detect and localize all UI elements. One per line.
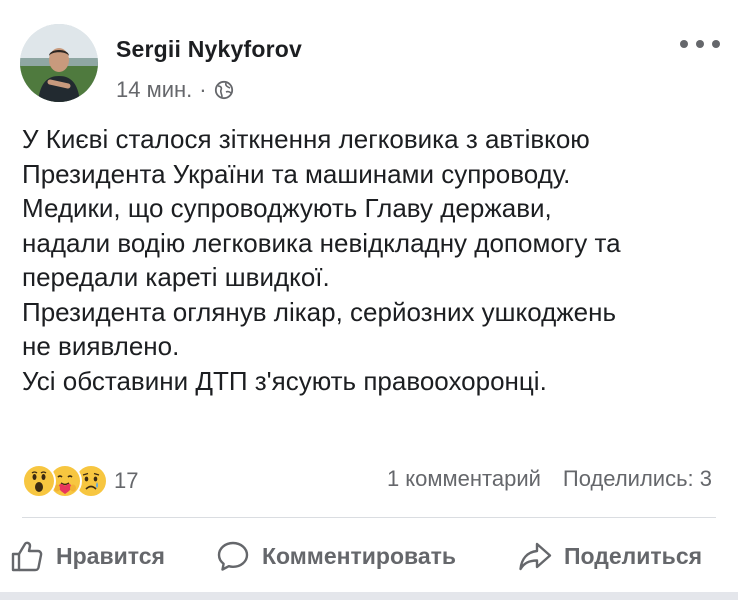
post-text-line: Президента оглянув лікар, серйозних ушко… xyxy=(22,296,617,327)
share-label: Поделиться xyxy=(564,542,703,569)
globe-icon[interactable] xyxy=(214,80,234,100)
avatar-photo xyxy=(20,24,98,102)
meta-separator: · xyxy=(199,77,207,102)
author-avatar[interactable] xyxy=(20,24,98,102)
share-button[interactable]: Поделиться xyxy=(518,534,702,578)
facebook-post: Sergii Nykyforov 14 мин. · У Києві стало… xyxy=(0,0,738,600)
comment-icon xyxy=(217,541,249,571)
reaction-count: 17 xyxy=(114,468,139,493)
post-bottom-separator xyxy=(0,592,738,600)
wow-emoji-icon xyxy=(22,464,56,498)
share-icon xyxy=(519,542,552,571)
comment-button[interactable]: Комментировать xyxy=(216,534,456,578)
divider xyxy=(22,517,716,518)
more-options-icon[interactable] xyxy=(680,34,720,54)
action-bar: Нравится Комментировать Поделиться xyxy=(0,534,738,578)
like-button[interactable]: Нравится xyxy=(10,534,165,578)
post-text-line: передали кареті швидкої. xyxy=(22,262,330,292)
engagement-counts: 1 комментарий Поделились: 3 xyxy=(387,466,712,492)
more-dot xyxy=(696,40,704,48)
author-name[interactable]: Sergii Nykyforov xyxy=(116,36,302,63)
post-text-line: У Києві сталося зіткнення легковика з ав… xyxy=(22,124,590,154)
post-meta: 14 мин. · xyxy=(116,77,234,103)
more-dot xyxy=(712,40,720,48)
more-dot xyxy=(680,40,688,48)
post-timestamp[interactable]: 14 мин. xyxy=(116,77,192,103)
reactions-summary[interactable]: 17 xyxy=(22,464,138,498)
post-text-line: Усі обставини ДТП з'ясують правоохоронці… xyxy=(22,365,547,396)
thumbs-up-icon xyxy=(11,541,43,572)
post-text: У Києві сталося зіткнення легковика з ав… xyxy=(22,122,722,398)
post-text-line: не виявлено. xyxy=(22,331,180,361)
post-text-line: Медики, що супроводжують Главу держави, xyxy=(22,193,552,223)
post-text-line: Президента України та машинами супроводу… xyxy=(22,158,571,189)
comment-count-link[interactable]: 1 комментарий xyxy=(387,466,541,492)
share-count-link[interactable]: Поделились: 3 xyxy=(563,466,712,492)
comment-label: Комментировать xyxy=(262,542,457,569)
like-label: Нравится xyxy=(56,542,165,569)
post-text-line: надали водію легковика невідкладну допом… xyxy=(22,227,621,258)
